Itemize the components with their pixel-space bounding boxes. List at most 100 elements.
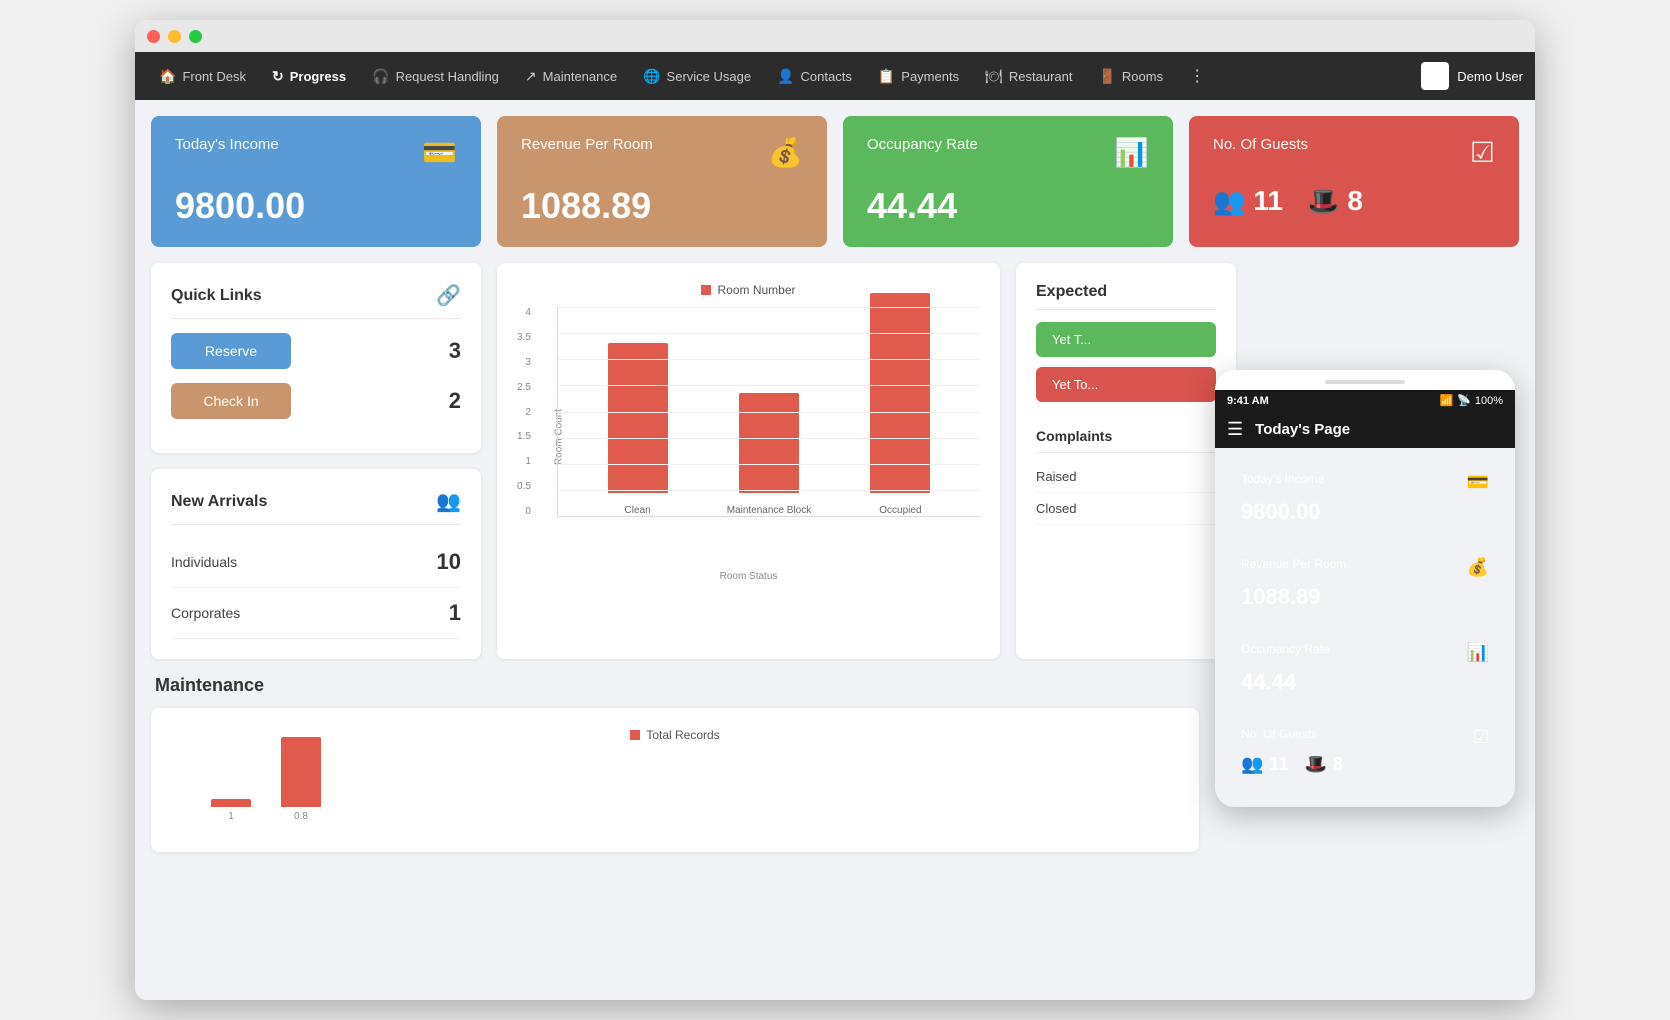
bar-chart: 0 0.5 1 1.5 2 2.5 3 3.5 4 Room Count xyxy=(517,307,980,567)
new-arrivals-header: New Arrivals 👥 xyxy=(171,489,461,525)
occupancy-rate-title: Occupancy Rate xyxy=(867,136,978,153)
x-axis-title: Room Status xyxy=(517,571,980,582)
individuals-row: Individuals 10 xyxy=(171,537,461,588)
bars-area: Clean Maintenance Block Occupied xyxy=(557,307,980,517)
new-arrivals-panel: New Arrivals 👥 Individuals 10 Corporates… xyxy=(151,469,481,659)
yet-to-arrive-button[interactable]: Yet T... xyxy=(1036,322,1216,357)
nav-progress[interactable]: ↻ Progress xyxy=(260,62,358,91)
mobile-occupancy-value: 44.44 xyxy=(1241,669,1489,695)
close-btn[interactable] xyxy=(147,30,160,43)
mac-titlebar xyxy=(135,20,1535,52)
maintenance-chart-panel: Total Records 1 0.8 xyxy=(151,708,1199,852)
mobile-revenue-card: Revenue Per Room 💰 1088.89 xyxy=(1227,545,1503,622)
mobile-content: Today's Income 💳 9800.00 Revenue Per Roo… xyxy=(1215,448,1515,807)
expected-title: Expected xyxy=(1036,283,1216,310)
nav-more-button[interactable]: ⋮ xyxy=(1181,60,1213,92)
yet-to-depart-button[interactable]: Yet To... xyxy=(1036,367,1216,402)
nav-rooms[interactable]: 🚪 Rooms xyxy=(1086,62,1175,91)
mac-window: 🏠 Front Desk ↻ Progress 🎧 Request Handli… xyxy=(135,20,1535,1000)
bar-clean: Clean xyxy=(608,343,668,516)
mobile-guests-card: No. Of Guests ☑ 👥 11 🎩 8 xyxy=(1227,715,1503,787)
no-of-guests-title: No. Of Guests xyxy=(1213,136,1308,153)
nav-restaurant[interactable]: 🍽 Restaurant xyxy=(973,62,1084,91)
mini-bar-2 xyxy=(281,737,321,807)
guests-corporates: 🎩 8 xyxy=(1307,185,1363,217)
today-income-card: Today's Income 💳 9800.00 xyxy=(151,116,481,247)
mobile-mockup: 9:41 AM 📶 📡 100% ☰ Today's Page Today's … xyxy=(1215,370,1515,807)
mobile-notch-area xyxy=(1215,370,1515,390)
mobile-time: 9:41 AM xyxy=(1227,395,1269,407)
occupancy-rate-card: Occupancy Rate 📊 44.44 xyxy=(843,116,1173,247)
maximize-btn[interactable] xyxy=(189,30,202,43)
corporates-count: 1 xyxy=(449,600,461,626)
mobile-today-income-title: Today's Income xyxy=(1241,472,1324,486)
service-usage-icon: 🌐 xyxy=(643,68,660,85)
nav-service-usage[interactable]: 🌐 Service Usage xyxy=(631,62,763,91)
reserve-row: Reserve 3 xyxy=(171,333,461,369)
no-of-guests-icon: ☑ xyxy=(1470,136,1495,169)
legend-label: Room Number xyxy=(717,283,795,297)
mobile-corporates: 🎩 8 xyxy=(1304,754,1342,775)
contacts-icon: 👤 xyxy=(777,68,794,85)
revenue-per-room-value: 1088.89 xyxy=(521,185,803,227)
wifi-icon: 📡 xyxy=(1457,394,1471,407)
mini-bar-group-1: 1 xyxy=(211,799,251,822)
mobile-occupancy-title: Occupancy Rate xyxy=(1241,642,1330,656)
revenue-per-room-card: Revenue Per Room 💰 1088.89 xyxy=(497,116,827,247)
minimize-btn[interactable] xyxy=(168,30,181,43)
quick-links-panel: Quick Links 🔗 Reserve 3 Check In 2 xyxy=(151,263,481,453)
stat-cards-row: Today's Income 💳 9800.00 Revenue Per Roo… xyxy=(151,116,1519,247)
individuals-icon: 👥 xyxy=(1213,186,1245,217)
today-income-title: Today's Income xyxy=(175,136,279,153)
checkin-row: Check In 2 xyxy=(171,383,461,419)
mobile-status-icons: 📶 📡 100% xyxy=(1439,394,1503,407)
revenue-per-room-header: Revenue Per Room 💰 xyxy=(521,136,803,169)
nav-maintenance[interactable]: ↗ Maintenance xyxy=(513,62,629,91)
bar-maintenance-label: Maintenance Block xyxy=(727,505,812,516)
bar-clean-rect xyxy=(608,343,668,493)
reserve-button[interactable]: Reserve xyxy=(171,333,291,369)
complaints-closed-row: Closed xyxy=(1036,493,1216,525)
bar-clean-label: Clean xyxy=(625,505,651,516)
revenue-per-room-icon: 💰 xyxy=(768,136,803,169)
signal-icon: 📶 xyxy=(1439,394,1453,407)
checkin-button[interactable]: Check In xyxy=(171,383,291,419)
complaints-raised-row: Raised xyxy=(1036,461,1216,493)
complaints-title: Complaints xyxy=(1036,428,1216,453)
bar-occupied-rect xyxy=(870,293,930,493)
today-income-header: Today's Income 💳 xyxy=(175,136,457,169)
maintenance-legend: Total Records xyxy=(171,728,1179,742)
reserve-count: 3 xyxy=(449,338,461,364)
occupancy-rate-icon: 📊 xyxy=(1114,136,1149,169)
mobile-today-income-icon: 💳 xyxy=(1467,472,1489,493)
corporates-label: Corporates xyxy=(171,605,240,621)
bar-maintenance-rect xyxy=(739,393,799,493)
guests-counts: 👥 11 🎩 8 xyxy=(1213,185,1495,217)
nav-contacts[interactable]: 👤 Contacts xyxy=(765,62,864,91)
corporates-row: Corporates 1 xyxy=(171,588,461,639)
nav-payments[interactable]: 📋 Payments xyxy=(866,62,971,91)
progress-icon: ↻ xyxy=(272,68,284,85)
mobile-occupancy-icon: 📊 xyxy=(1467,642,1489,663)
mini-bar-1 xyxy=(211,799,251,807)
bar-occupied: Occupied xyxy=(870,293,930,516)
y-axis: 0 0.5 1 1.5 2 2.5 3 3.5 4 xyxy=(517,307,539,517)
expected-panel: Expected Yet T... Yet To... Complaints R… xyxy=(1016,263,1236,659)
main-content: Today's Income 💳 9800.00 Revenue Per Roo… xyxy=(135,100,1535,1000)
mobile-revenue-header: Revenue Per Room 💰 xyxy=(1241,557,1489,578)
main-nav: 🏠 Front Desk ↻ Progress 🎧 Request Handli… xyxy=(135,52,1535,100)
mobile-occupancy-header: Occupancy Rate 📊 xyxy=(1241,642,1489,663)
mobile-menu-icon: ☰ xyxy=(1227,419,1243,440)
mobile-guests-header: No. Of Guests ☑ xyxy=(1241,727,1489,748)
legend-dot xyxy=(701,285,711,295)
corporates-icon: 🎩 xyxy=(1307,186,1339,217)
no-of-guests-header: No. Of Guests ☑ xyxy=(1213,136,1495,169)
room-status-chart-panel: Room Number 0 0.5 1 1.5 2 2.5 3 3.5 4 Ro… xyxy=(497,263,1000,659)
nav-front-desk[interactable]: 🏠 Front Desk xyxy=(147,62,258,91)
quick-links-title: Quick Links xyxy=(171,287,262,305)
arrivals-icon: 👥 xyxy=(436,489,461,514)
maintenance-icon: ↗ xyxy=(525,68,537,85)
user-avatar xyxy=(1421,62,1449,90)
nav-request-handling[interactable]: 🎧 Request Handling xyxy=(360,62,511,91)
today-income-value: 9800.00 xyxy=(175,185,457,227)
